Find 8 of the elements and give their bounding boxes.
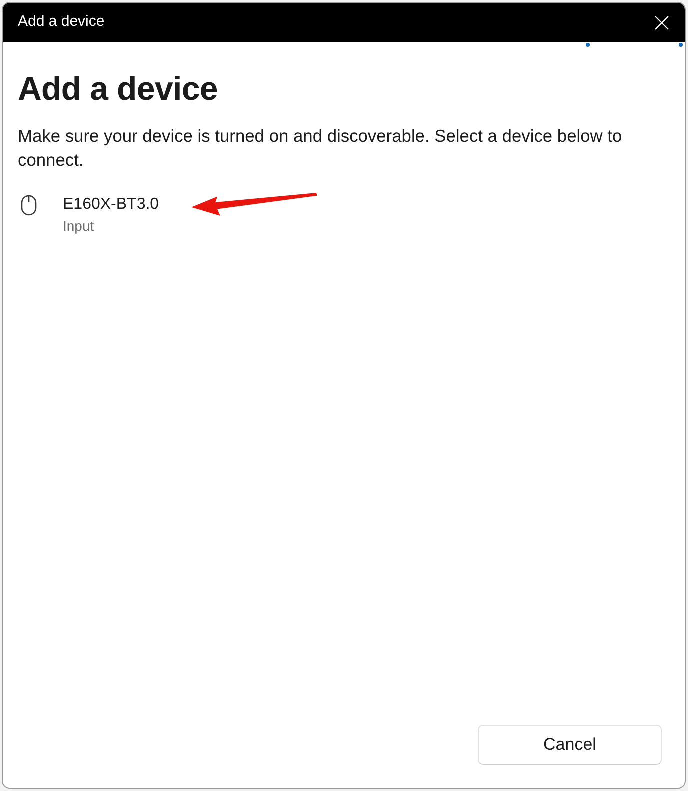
cancel-button[interactable]: Cancel: [478, 725, 662, 765]
instructions-text: Make sure your device is turned on and discoverable. Select a device below to connect.: [18, 124, 624, 172]
window-title: Add a device: [18, 12, 105, 32]
dialog-heading: Add a device: [18, 69, 219, 109]
close-icon: [655, 16, 669, 30]
device-name[interactable]: E160X-BT3.0: [63, 194, 160, 216]
device-category: Input: [63, 216, 96, 236]
mouse-icon: [21, 194, 37, 216]
